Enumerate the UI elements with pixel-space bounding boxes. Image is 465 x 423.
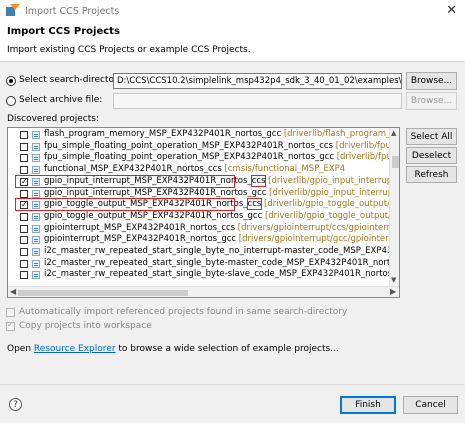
project-checkbox[interactable] (20, 271, 28, 280)
project-folder-icon (32, 166, 40, 175)
project-path: [drivers/gpiointerrupt/ccs/gpiointerrupt… (235, 222, 400, 233)
horizontal-scrollbar[interactable]: ◀ ▶ (8, 286, 399, 297)
archive-file-field (113, 93, 402, 109)
discovered-projects-label: Discovered projects: (7, 114, 100, 124)
select-all-button[interactable]: Select All (406, 128, 457, 145)
project-row[interactable]: gpiointerrupt_MSP_EXP432P401R_nortos_gcc… (8, 234, 399, 246)
project-name: fpu_simple_floating_point_operation_MSP_… (44, 141, 399, 153)
explorer-suffix: to browse a wide selection of example pr… (115, 344, 339, 354)
project-path: [driverlib/flash_program_memory (283, 129, 399, 139)
projects-list[interactable]: flash_program_memory_MSP_EXP432P401R_nor… (7, 127, 400, 298)
vertical-scroll-thumb[interactable] (392, 156, 399, 168)
refresh-button[interactable]: Refresh (406, 166, 457, 183)
project-folder-icon (32, 189, 40, 198)
project-checkbox[interactable] (20, 236, 28, 245)
deselect-all-button[interactable]: Deselect All (406, 147, 457, 177)
resource-explorer-link[interactable]: Resource Explorer (34, 344, 116, 354)
auto-import-checkbox (6, 308, 15, 317)
scroll-right-icon[interactable]: ▶ (390, 287, 396, 296)
copy-projects-checkbox (6, 320, 15, 331)
project-name: fpu_simple_floating_point_operation_MSP_… (44, 152, 399, 164)
search-directory-field[interactable]: D:\CCS\CCS10.2\simplelink_msp432p4_sdk_3… (113, 73, 402, 89)
project-name: i2c_master_rw_repeated_start_single_byte… (44, 269, 400, 280)
resource-explorer-text: Open Resource Explorer to browse a wide … (7, 344, 339, 354)
window-title: Import CCS Projects (25, 5, 120, 17)
browse-directory-button[interactable]: Browse... (406, 72, 457, 90)
project-row[interactable]: gpio_toggle_output_MSP_EXP432P401R_norto… (8, 198, 399, 212)
ccs-app-icon (6, 4, 20, 18)
project-row[interactable]: i2c_master_rw_repeated_start_single_byte… (8, 269, 399, 281)
project-folder-icon (32, 259, 40, 268)
project-name: flash_program_memory_MSP_EXP432P401R_nor… (44, 129, 399, 141)
project-row[interactable]: i2c_master_rw_repeated_start_single_byte… (8, 246, 399, 258)
project-folder-icon (32, 236, 40, 245)
project-row[interactable]: gpio_input_interrupt_MSP_EXP432P401R_nor… (8, 174, 399, 188)
project-toolchain-highlight: ccs (246, 198, 263, 211)
project-checkbox[interactable] (20, 248, 28, 256)
project-row[interactable]: flash_program_memory_MSP_EXP432P401R_nor… (8, 129, 399, 141)
scroll-up-icon[interactable]: ▲ (391, 129, 396, 137)
project-name: i2c_master_rw_repeated_start_single_byte… (44, 257, 400, 268)
project-name: i2c_master_rw_repeated_start_single_byte… (44, 246, 399, 256)
project-row[interactable]: fpu_simple_floating_point_operation_MSP_… (8, 141, 399, 153)
project-path: [driverlib/gpio_input_interrupt/ccs/gp (268, 175, 399, 186)
dialog-heading: Import CCS Projects (7, 26, 120, 37)
search-directory-label: Select search-directory: (19, 75, 126, 85)
project-checkbox[interactable] (20, 154, 28, 163)
selection-highlight-box (15, 198, 235, 212)
selection-highlight-box (15, 174, 235, 188)
project-folder-icon (32, 224, 40, 233)
project-folder-icon (32, 154, 40, 163)
project-row[interactable]: gpiointerrupt_MSP_EXP432P401R_nortos_ccs… (8, 223, 399, 235)
dialog-header: Import CCS Projects Import existing CCS … (0, 22, 465, 62)
project-path: [cmsis/functional_MSP_EXP4 (221, 164, 346, 175)
project-row[interactable]: i2c_master_rw_repeated_start_single_byte… (8, 258, 399, 270)
project-folder-icon (32, 131, 40, 139)
project-checkbox[interactable] (20, 189, 28, 198)
finish-button[interactable]: Finish (340, 396, 396, 414)
dialog-description: Import existing CCS Projects or example … (7, 45, 251, 55)
browse-archive-button: Browse... (406, 92, 457, 110)
project-checkbox[interactable] (20, 212, 28, 221)
title-bar: Import CCS Projects ✕ (0, 0, 465, 22)
project-folder-icon (32, 212, 40, 221)
dialog-footer: ? Finish Cancel (0, 384, 465, 423)
copy-projects-label: Copy projects into workspace (19, 321, 152, 331)
project-name: gpiointerrupt_MSP_EXP432P401R_nortos_ccs… (44, 222, 400, 235)
help-icon[interactable]: ? (9, 398, 22, 411)
project-path: [drivers/gpiointerrupt/gcc/gpiointerrupt… (236, 234, 400, 245)
auto-import-label: Automatically import referenced projects… (19, 307, 348, 317)
project-path: [driverlib/gpio_input_interrupt/gcc/ (269, 187, 399, 198)
project-checkbox[interactable] (20, 259, 28, 268)
cancel-button[interactable]: Cancel (403, 396, 458, 414)
project-row[interactable]: gpio_toggle_output_MSP_EXP432P401R_norto… (8, 211, 399, 223)
project-checkbox[interactable] (20, 224, 28, 233)
vertical-scrollbar[interactable]: ▲ ▼ (389, 128, 399, 286)
close-icon[interactable]: ✕ (446, 4, 457, 17)
project-name: gpio_toggle_output_MSP_EXP432P401R_norto… (44, 210, 399, 223)
project-toolchain-highlight: ccs (250, 174, 267, 187)
project-name: gpiointerrupt_MSP_EXP432P401R_nortos_gcc… (44, 234, 400, 246)
horizontal-scroll-thumb[interactable] (18, 290, 188, 296)
project-path: [driverlib/gpio_toggle_output/gcc/gp (264, 210, 399, 221)
scroll-down-icon[interactable]: ▼ (391, 276, 396, 284)
archive-file-label: Select archive file: (19, 95, 103, 105)
project-folder-icon (32, 142, 40, 151)
explorer-prefix: Open (7, 344, 34, 354)
scroll-left-icon[interactable]: ◀ (10, 287, 16, 296)
project-checkbox[interactable] (20, 142, 28, 151)
project-folder-icon (32, 248, 40, 256)
project-row[interactable]: fpu_simple_floating_point_operation_MSP_… (8, 152, 399, 164)
project-checkbox[interactable] (20, 166, 28, 175)
project-checkbox[interactable] (20, 131, 28, 139)
search-directory-radio[interactable] (6, 76, 16, 86)
archive-file-radio[interactable] (6, 96, 16, 106)
project-folder-icon (32, 271, 40, 280)
project-path: [driverlib/gpio_toggle_output/ccs/gp (263, 199, 399, 210)
